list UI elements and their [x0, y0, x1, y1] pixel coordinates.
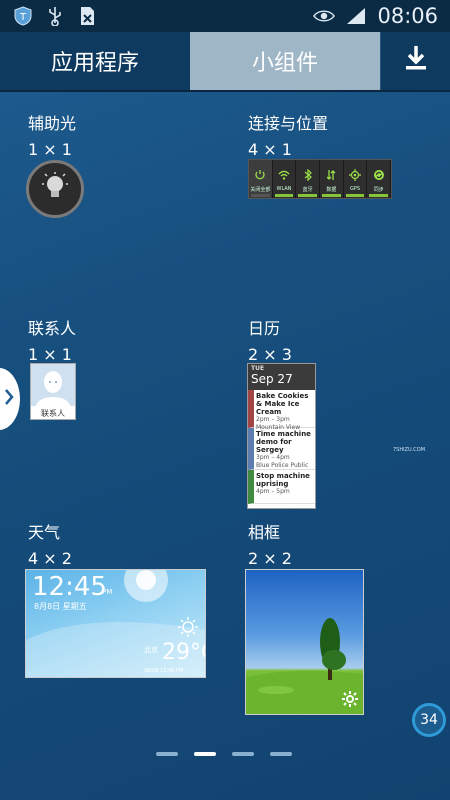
photo-frame-widget-preview[interactable] [245, 569, 364, 715]
toggle-state-bar [298, 194, 318, 197]
contact-label: 联系人 [41, 409, 65, 418]
power-icon [254, 166, 266, 185]
wlan-toggle: WLAN [273, 160, 297, 198]
contact-widget-preview[interactable]: 联系人 [30, 363, 76, 420]
eye-icon [313, 5, 336, 27]
page-dot[interactable] [156, 752, 178, 756]
data-icon [325, 166, 337, 185]
toggle-label: 蓝牙 [302, 186, 313, 193]
calendar-event: Bake Cookies & Make Ice Cream 2pm – 3pm … [248, 390, 315, 431]
weather-date: 8月8日 星期五 [34, 602, 87, 611]
weather-clock: 12:45 [32, 572, 107, 602]
download-icon [404, 44, 428, 78]
event-time: 4pm – 5pm [256, 488, 290, 495]
sd-card-icon [76, 5, 98, 27]
widget-title: 天气 [28, 523, 61, 542]
toggle-label: 同步 [373, 186, 384, 193]
shield-icon: T [12, 5, 34, 27]
toggle-state-bar [345, 194, 365, 197]
watermark: 7SHIZU.COM [393, 447, 426, 453]
status-bar: T 08:06 [0, 0, 450, 32]
chevron-right-icon [4, 388, 14, 410]
widget-size: 2 × 2 [248, 549, 292, 568]
widget-title: 联系人 [28, 319, 77, 338]
sync-icon [373, 166, 385, 185]
weather-city: 北京 [144, 646, 158, 654]
weather-updated: 08/08 12:45 PM [144, 668, 184, 674]
toggle-label: WLAN [276, 186, 292, 192]
widget-title: 日历 [248, 319, 281, 338]
gear-icon[interactable] [342, 691, 358, 711]
power-off-toggle: 关闭全部 [249, 160, 273, 198]
widget-weather[interactable]: 天气 4 × 2 [28, 519, 72, 568]
calendar-header: TUE Sep 27 [248, 364, 315, 390]
widget-torch[interactable]: 辅助光 1 × 1 [28, 110, 76, 159]
event-title: Time machine demo for Sergey [256, 430, 311, 454]
event-title: Stop machine uprising [256, 472, 310, 488]
weather-temperature: 29°C [162, 640, 205, 665]
weather-ampm: PM [102, 588, 113, 596]
svg-text:T: T [19, 12, 27, 23]
gps-toggle: GPS [344, 160, 368, 198]
avatar [31, 364, 75, 406]
widget-connection[interactable]: 连接与位置 4 × 1 [248, 110, 328, 159]
bluetooth-toggle: 蓝牙 [296, 160, 321, 198]
event-location: Blue Police Public [256, 462, 309, 469]
download-button[interactable] [380, 32, 450, 90]
weather-widget-preview[interactable]: 12:45 PM 8月8日 星期五 北京 29°C 08/08 12:45 PM [25, 569, 206, 678]
widget-size: 4 × 1 [248, 140, 292, 159]
toggle-label: 关闭全部 [250, 186, 271, 193]
widget-title: 连接与位置 [248, 114, 329, 133]
toggle-state-bar [322, 194, 341, 197]
toggle-state-bar [251, 194, 270, 197]
widget-size: 2 × 3 [248, 345, 292, 364]
tab-widgets[interactable]: 小组件 [190, 32, 380, 90]
widget-photo-frame[interactable]: 相框 2 × 2 [248, 519, 292, 568]
data-toggle: 数据 [320, 160, 344, 198]
widget-size: 1 × 1 [28, 140, 72, 159]
page-dot[interactable] [270, 752, 292, 756]
side-panel-handle[interactable] [0, 368, 20, 430]
page-indicator [156, 752, 292, 756]
calendar-date: Sep 27 [251, 372, 293, 386]
usb-icon [44, 5, 66, 27]
signal-icon [345, 5, 367, 27]
wifi-icon [278, 166, 290, 185]
status-time: 08:06 [377, 4, 438, 28]
lightbulb-icon [40, 171, 70, 207]
page-dot[interactable] [232, 752, 254, 756]
calendar-event: Time machine demo for Sergey 3pm – 4pm B… [248, 428, 315, 470]
toggle-label: GPS [349, 186, 361, 192]
page-dot-active[interactable] [194, 752, 216, 756]
widget-size: 4 × 2 [28, 549, 72, 568]
event-time: 2pm – 3pm [256, 416, 290, 423]
toggle-label: 数据 [326, 186, 337, 193]
event-time: 3pm – 4pm [256, 454, 290, 461]
widget-contact[interactable]: 联系人 1 × 1 [28, 315, 76, 364]
bluetooth-icon [302, 166, 314, 185]
widget-title: 相框 [248, 523, 281, 542]
tab-divider [0, 90, 450, 92]
calendar-widget-preview[interactable]: TUE Sep 27 Bake Cookies & Make Ice Cream… [247, 363, 316, 509]
calendar-day-of-week: TUE [251, 365, 265, 372]
calendar-event: Stop machine uprising 4pm – 5pm [248, 470, 315, 504]
sun-icon [177, 616, 199, 642]
event-title: Bake Cookies & Make Ice Cream [256, 392, 309, 416]
sync-toggle: 同步 [367, 160, 392, 198]
torch-widget-preview[interactable] [26, 160, 84, 218]
widget-size: 1 × 1 [28, 345, 72, 364]
widget-calendar[interactable]: 日历 2 × 3 [248, 315, 292, 364]
toggle-state-bar [369, 194, 389, 197]
connection-widget-preview[interactable]: 关闭全部 WLAN 蓝牙 数据 GPS 同步 [248, 159, 392, 199]
widget-title: 辅助光 [28, 114, 77, 133]
floating-badge[interactable]: 34 [412, 703, 446, 737]
toggle-state-bar [274, 194, 294, 197]
gps-icon [349, 166, 362, 185]
tab-bar: 应用程序 小组件 [0, 32, 450, 90]
tab-apps[interactable]: 应用程序 [0, 32, 190, 90]
